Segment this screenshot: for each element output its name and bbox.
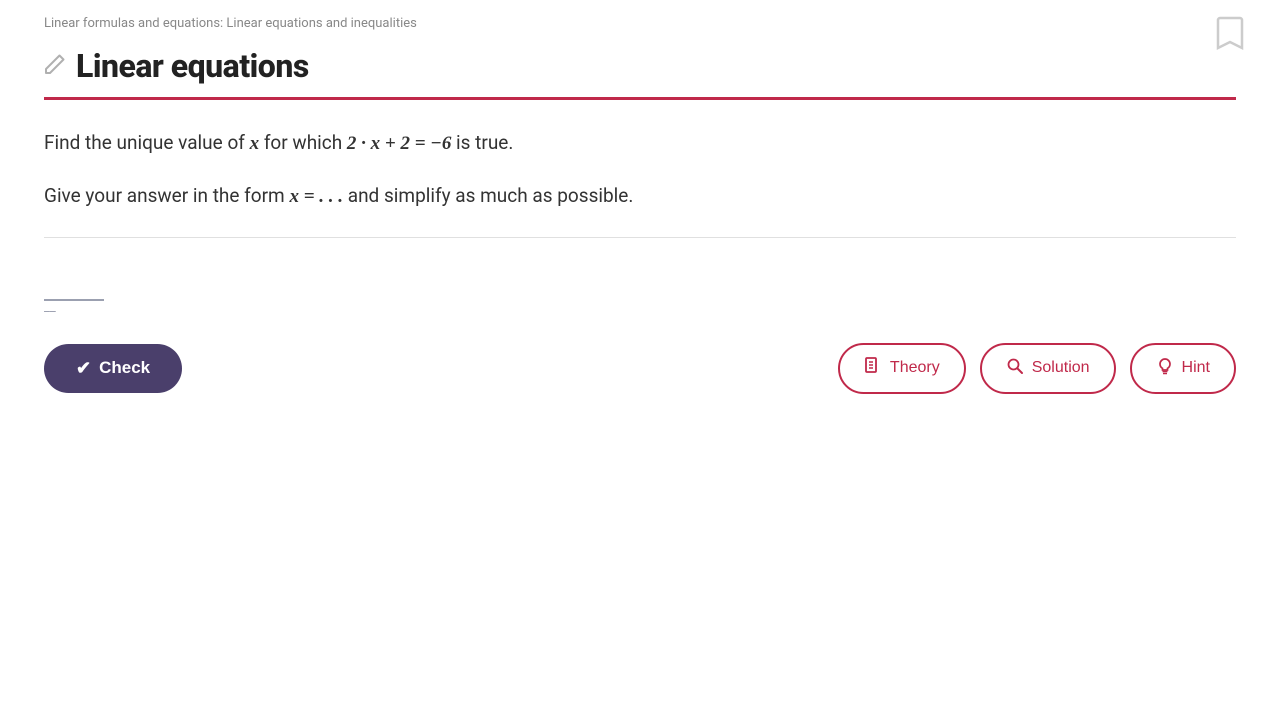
breadcrumb: Linear formulas and equations: Linear eq… <box>0 0 1280 39</box>
solution-button[interactable]: Solution <box>980 343 1116 394</box>
pencil-icon <box>44 53 66 80</box>
input-divider <box>44 237 1236 238</box>
hint-icon <box>1156 357 1174 380</box>
fraction-indicator: __ <box>44 300 56 315</box>
answer-input[interactable] <box>44 270 104 301</box>
solution-icon <box>1006 357 1024 380</box>
theory-icon <box>864 357 882 380</box>
bottom-bar: ✔ Check Theory <box>0 343 1280 394</box>
page-title: Linear equations <box>76 47 309 85</box>
theory-button[interactable]: Theory <box>838 343 966 394</box>
check-icon: ✔ <box>76 358 91 379</box>
answer-area: __ <box>44 262 1236 333</box>
problem-line-1: Find the unique value of x for which 2 ·… <box>44 128 1236 159</box>
answer-input-container: __ <box>44 270 104 301</box>
bookmark-icon[interactable] <box>1216 16 1244 59</box>
action-buttons: Theory Solution Hin <box>838 343 1236 394</box>
check-button[interactable]: ✔ Check <box>44 344 182 393</box>
hint-button[interactable]: Hint <box>1130 343 1236 394</box>
problem-line-2: Give your answer in the form x = . . . a… <box>44 181 1236 212</box>
